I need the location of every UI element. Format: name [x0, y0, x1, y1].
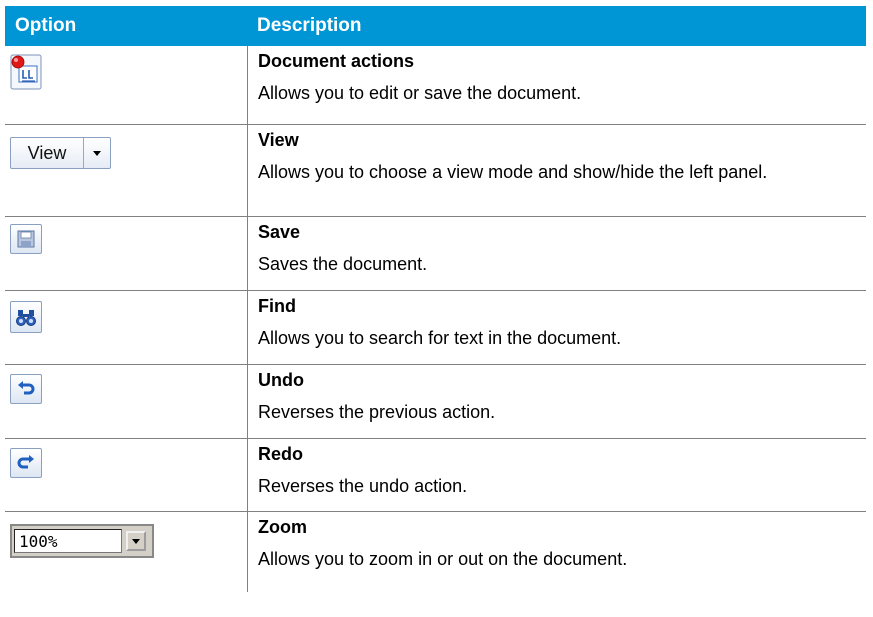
table-row: Document actions Allows you to edit or s…: [5, 46, 866, 125]
chevron-down-icon[interactable]: [126, 531, 146, 551]
row-title: Save: [258, 222, 301, 242]
row-title: Find: [258, 296, 296, 316]
save-icon[interactable]: [10, 224, 42, 254]
table-row: 100% Zoom Allows you to zoom in or out o…: [5, 512, 866, 592]
row-description: Reverses the previous action.: [258, 402, 496, 422]
table-row: Save Saves the document.: [5, 217, 866, 291]
options-table: Option Description Document actions Allo…: [5, 6, 866, 592]
redo-icon[interactable]: [10, 448, 42, 478]
row-title: Document actions: [258, 51, 415, 71]
undo-icon[interactable]: [10, 374, 42, 404]
header-description: Description: [257, 15, 362, 36]
table-row: View View Allows you to choose a view mo…: [5, 125, 866, 217]
document-actions-icon[interactable]: [10, 54, 42, 95]
row-description: Reverses the undo action.: [258, 476, 468, 496]
row-description: Allows you to choose a view mode and sho…: [258, 162, 768, 182]
view-dropdown-button[interactable]: View: [10, 137, 111, 169]
row-title: Zoom: [258, 517, 307, 537]
zoom-value: 100%: [14, 529, 122, 553]
view-button-label: View: [11, 138, 84, 168]
binoculars-icon[interactable]: [10, 301, 42, 333]
row-description: Allows you to search for text in the doc…: [258, 328, 622, 348]
row-description: Allows you to edit or save the document.: [258, 83, 582, 103]
row-description: Allows you to zoom in or out on the docu…: [258, 549, 628, 569]
row-title: Undo: [258, 370, 304, 390]
table-header: Option Description: [5, 6, 866, 46]
table-row: Find Allows you to search for text in th…: [5, 291, 866, 365]
zoom-combo[interactable]: 100%: [10, 524, 154, 558]
row-title: Redo: [258, 444, 303, 464]
row-description: Saves the document.: [258, 254, 428, 274]
row-title: View: [258, 130, 299, 150]
table-row: Redo Reverses the undo action.: [5, 439, 866, 512]
table-row: Undo Reverses the previous action.: [5, 365, 866, 439]
header-option: Option: [15, 15, 77, 36]
chevron-down-icon: [84, 138, 110, 168]
